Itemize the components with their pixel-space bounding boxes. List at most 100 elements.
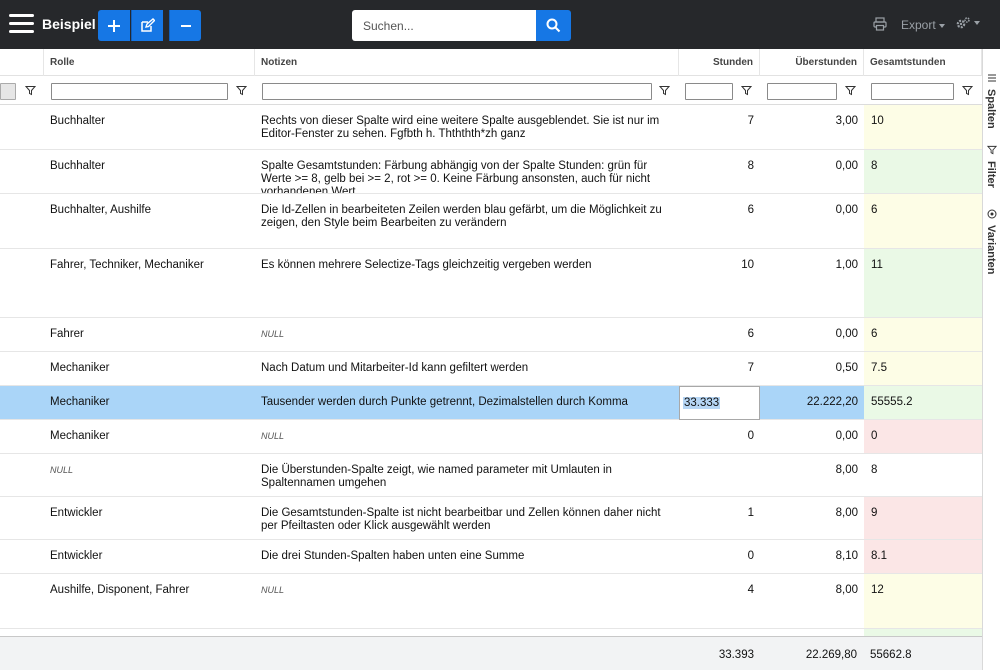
cell-notizen[interactable]: Rechts von dieser Spalte wird eine weite…: [255, 105, 679, 149]
table-row[interactable]: Buchhalter Rechts von dieser Spalte wird …: [0, 105, 982, 150]
cell-notizen[interactable]: Die Überstunden-Spalte zeigt, wie named …: [255, 454, 679, 496]
hamburger-menu-icon[interactable]: [9, 14, 34, 34]
cell-stunden[interactable]: 10: [679, 249, 760, 317]
stunden-edit-input[interactable]: 33.333: [679, 386, 760, 420]
cell-ueberstunden[interactable]: 8,00: [760, 574, 864, 628]
table-row[interactable]: Buchhalter Spalte Gesamtstunden: Färbung …: [0, 150, 982, 194]
export-dropdown[interactable]: Export: [901, 18, 945, 32]
settings-dropdown[interactable]: [955, 16, 980, 30]
cell-ueberstunden[interactable]: 8,00: [760, 454, 864, 496]
table-row[interactable]: Mechaniker Nach Datum und Mitarbeiter-Id …: [0, 352, 982, 386]
cell-ueberstunden[interactable]: 0,00: [760, 150, 864, 193]
table-row[interactable]: Aushilfe, Disponent, Fahrer NULL 4 8,00 12: [0, 574, 982, 629]
cell-rolle[interactable]: Fahrer, Techniker, Mechaniker: [44, 249, 255, 317]
cell-stunden[interactable]: 1: [679, 497, 760, 539]
cell-id[interactable]: [0, 420, 44, 453]
cell-notizen[interactable]: Die Gesamtstunden-Spalte ist nicht bearb…: [255, 497, 679, 539]
filter-icon[interactable]: [962, 85, 973, 96]
table-row[interactable]: Mechaniker Tausender werden durch Punkte …: [0, 386, 982, 420]
side-tab-varianten[interactable]: Varianten: [983, 205, 1000, 325]
cell-ueberstunden[interactable]: 3,00: [760, 105, 864, 149]
header-gesamtstunden[interactable]: Gesamtstunden: [864, 49, 982, 76]
filter-input-rolle[interactable]: [51, 83, 228, 100]
header-id-column[interactable]: [0, 49, 44, 76]
cell-id[interactable]: [0, 352, 44, 385]
filter-input-stunden[interactable]: [685, 83, 733, 100]
cell-notizen[interactable]: Spalte Gesamtstunden: Färbung abhängig v…: [255, 150, 679, 193]
cell-ueberstunden[interactable]: 0,50: [760, 352, 864, 385]
cell-stunden[interactable]: 0: [679, 540, 760, 573]
cell-stunden[interactable]: 4: [679, 574, 760, 628]
filter-icon[interactable]: [845, 85, 856, 96]
cell-ueberstunden[interactable]: 22.222,20: [760, 386, 864, 419]
filter-input-id[interactable]: [0, 83, 16, 100]
edit-button[interactable]: [131, 10, 163, 41]
cell-notizen[interactable]: NULL: [255, 574, 679, 628]
filter-icon[interactable]: [741, 85, 752, 96]
remove-button[interactable]: [169, 10, 201, 41]
cell-rolle[interactable]: Buchhalter, Aushilfe: [44, 194, 255, 248]
cell-notizen[interactable]: NULL: [255, 318, 679, 351]
cell-id[interactable]: [0, 386, 44, 419]
cell-notizen[interactable]: Die Id-Zellen in bearbeiteten Zeilen wer…: [255, 194, 679, 248]
table-row[interactable]: Mechaniker NULL 0 0,00 0: [0, 420, 982, 454]
cell-ueberstunden[interactable]: 8,10: [760, 540, 864, 573]
cell-notizen[interactable]: Tausender werden durch Punkte getrennt, …: [255, 386, 679, 419]
cell-id[interactable]: [0, 194, 44, 248]
cell-id[interactable]: [0, 454, 44, 496]
cell-notizen[interactable]: Es können mehrere Selectize-Tags gleichz…: [255, 249, 679, 317]
cell-notizen[interactable]: NULL: [255, 420, 679, 453]
table-row[interactable]: Fahrer NULL 6 0,00 6: [0, 318, 982, 352]
side-tab-spalten[interactable]: Spalten: [983, 69, 1000, 149]
cell-rolle[interactable]: Fahrer: [44, 318, 255, 351]
cell-rolle[interactable]: Mechaniker: [44, 420, 255, 453]
cell-rolle[interactable]: Buchhalter: [44, 150, 255, 193]
table-row[interactable]: NULL Die Überstunden-Spalte zeigt, wie na…: [0, 454, 982, 497]
cell-id[interactable]: [0, 105, 44, 149]
cell-rolle[interactable]: Entwickler: [44, 540, 255, 573]
print-icon[interactable]: [873, 17, 887, 34]
cell-rolle[interactable]: NULL: [44, 454, 255, 496]
header-notizen[interactable]: Notizen: [255, 49, 679, 76]
cell-id[interactable]: [0, 497, 44, 539]
table-row[interactable]: Entwickler Die Gesamtstunden-Spalte ist n…: [0, 497, 982, 540]
filter-input-gesamtstunden[interactable]: [871, 83, 954, 100]
search-input[interactable]: [352, 10, 536, 41]
cell-id[interactable]: [0, 249, 44, 317]
cell-ueberstunden[interactable]: 0,00: [760, 318, 864, 351]
cell-stunden[interactable]: [679, 454, 760, 496]
cell-stunden[interactable]: 7: [679, 105, 760, 149]
cell-stunden[interactable]: 8: [679, 150, 760, 193]
cell-notizen[interactable]: Die drei Stunden-Spalten haben unten ein…: [255, 540, 679, 573]
header-rolle[interactable]: Rolle: [44, 49, 255, 76]
filter-input-ueberstunden[interactable]: [767, 83, 837, 100]
cell-rolle[interactable]: Mechaniker: [44, 352, 255, 385]
cell-id[interactable]: [0, 574, 44, 628]
cell-rolle[interactable]: Entwickler: [44, 497, 255, 539]
search-button[interactable]: [536, 10, 571, 41]
filter-icon[interactable]: [236, 85, 247, 96]
filter-icon[interactable]: [25, 85, 36, 96]
cell-id[interactable]: [0, 318, 44, 351]
cell-stunden[interactable]: 6: [679, 194, 760, 248]
cell-ueberstunden[interactable]: 1,00: [760, 249, 864, 317]
filter-input-notizen[interactable]: [262, 83, 652, 100]
table-row[interactable]: Entwickler Die drei Stunden-Spalten haben…: [0, 540, 982, 574]
cell-stunden[interactable]: 7: [679, 352, 760, 385]
cell-notizen[interactable]: Nach Datum und Mitarbeiter-Id kann gefil…: [255, 352, 679, 385]
cell-rolle[interactable]: Aushilfe, Disponent, Fahrer: [44, 574, 255, 628]
cell-id[interactable]: [0, 150, 44, 193]
cell-rolle[interactable]: Mechaniker: [44, 386, 255, 419]
cell-ueberstunden[interactable]: 0,00: [760, 194, 864, 248]
cell-rolle[interactable]: Buchhalter: [44, 105, 255, 149]
filter-icon[interactable]: [659, 85, 670, 96]
table-row[interactable]: Buchhalter, Aushilfe Die Id-Zellen in bea…: [0, 194, 982, 249]
cell-stunden[interactable]: 6: [679, 318, 760, 351]
cell-stunden[interactable]: 0: [679, 420, 760, 453]
cell-ueberstunden[interactable]: 0,00: [760, 420, 864, 453]
table-row[interactable]: Fahrer, Techniker, Mechaniker Es können m…: [0, 249, 982, 318]
add-button[interactable]: [98, 10, 130, 41]
header-stunden[interactable]: Stunden: [679, 49, 760, 76]
header-ueberstunden[interactable]: Überstunden: [760, 49, 864, 76]
cell-id[interactable]: [0, 540, 44, 573]
